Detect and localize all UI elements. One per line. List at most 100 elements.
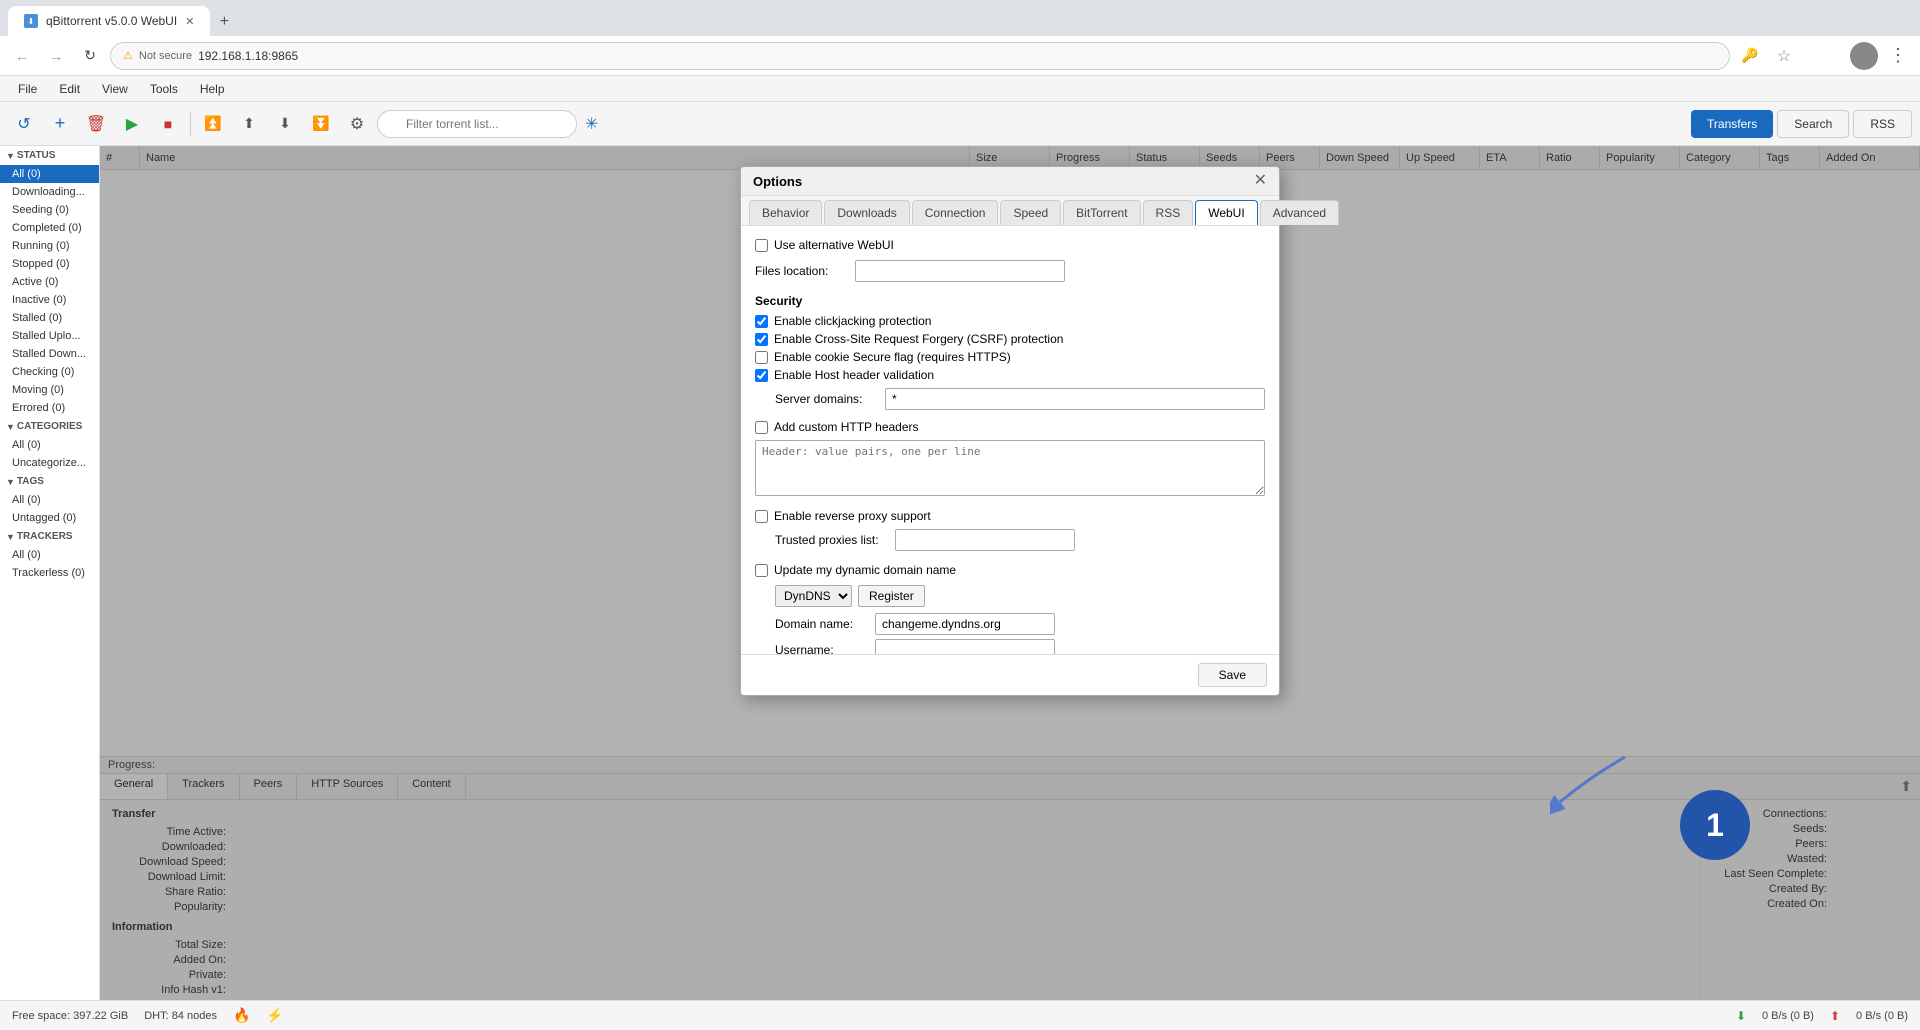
menu-button[interactable]: ⋮	[1884, 42, 1912, 70]
profile-avatar[interactable]	[1850, 42, 1878, 70]
reverse-proxy-row: Enable reverse proxy support	[755, 509, 1265, 523]
address-bar[interactable]: ⚠ Not secure 192.168.1.18:9865	[110, 42, 1730, 70]
modal-title-text: Options	[753, 174, 802, 189]
ddns-select[interactable]: DynDNS No-IP	[775, 585, 852, 607]
refresh-button[interactable]: ↻	[76, 42, 104, 70]
cookie-checkbox[interactable]	[755, 351, 768, 364]
trusted-proxies-input[interactable]	[895, 529, 1075, 551]
modal-tab-rss[interactable]: RSS	[1143, 200, 1194, 225]
username-label: Username:	[775, 643, 875, 654]
trackers-header: ▼ TRACKERS	[0, 527, 99, 546]
move-down-button[interactable]: ⬇	[269, 108, 301, 140]
sidebar-item-cat-all[interactable]: All (0)	[0, 436, 99, 454]
username-input[interactable]	[875, 639, 1055, 654]
browser-tabs-bar: ⬇ qBittorrent v5.0.0 WebUI ✕ +	[0, 0, 1920, 36]
move-up-button[interactable]: ⬆	[233, 108, 265, 140]
sidebar-item-checking[interactable]: Checking (0)	[0, 363, 99, 381]
delete-torrent-button[interactable]: 🗑	[80, 108, 112, 140]
annotation-number: 1	[1706, 807, 1724, 844]
refresh-torrents-button[interactable]: ↺	[8, 108, 40, 140]
annotation-badge: 1	[1680, 790, 1750, 860]
files-location-input[interactable]	[855, 260, 1065, 282]
alt-webui-checkbox[interactable]	[755, 239, 768, 252]
sidebar-item-stalled[interactable]: Stalled (0)	[0, 309, 99, 327]
sidebar-item-downloading[interactable]: Downloading...	[0, 183, 99, 201]
files-location-row: Files location:	[755, 260, 1265, 282]
rss-button[interactable]: RSS	[1853, 110, 1912, 138]
alt-speed-icon[interactable]: ⚡	[266, 1007, 283, 1024]
csrf-checkbox[interactable]	[755, 333, 768, 346]
sidebar-item-stalled-upload[interactable]: Stalled Uplo...	[0, 327, 99, 345]
sidebar-item-trackerless[interactable]: Trackerless (0)	[0, 564, 99, 582]
modal-tab-webui[interactable]: WebUI	[1195, 200, 1257, 225]
modal-tab-connection[interactable]: Connection	[912, 200, 999, 225]
host-header-checkbox[interactable]	[755, 369, 768, 382]
security-section: Security Enable clickjacking protection …	[755, 294, 1265, 410]
sidebar-item-tag-all[interactable]: All (0)	[0, 491, 99, 509]
menu-tools[interactable]: Tools	[140, 80, 188, 98]
app-toolbar: ↺ + 🗑 ▶ ■ ⏫ ⬆ ⬇ ⏬ ⚙ ✳ Transfers Search R…	[0, 102, 1920, 146]
sidebar-item-running[interactable]: Running (0)	[0, 237, 99, 255]
ddns-checkbox[interactable]	[755, 564, 768, 577]
sidebar-item-active[interactable]: Active (0)	[0, 273, 99, 291]
tab-close-icon[interactable]: ✕	[185, 15, 194, 28]
arrow-svg	[1550, 747, 1640, 817]
reverse-proxy-label: Enable reverse proxy support	[774, 509, 931, 523]
resume-button[interactable]: ▶	[116, 108, 148, 140]
menu-file[interactable]: File	[8, 80, 47, 98]
menu-edit[interactable]: Edit	[49, 80, 90, 98]
add-torrent-button[interactable]: +	[44, 108, 76, 140]
asterisk-icon: ✳	[585, 114, 598, 134]
save-button[interactable]: Save	[1198, 663, 1267, 687]
modal-tab-speed[interactable]: Speed	[1000, 200, 1061, 225]
modal-close-button[interactable]: ✕	[1254, 173, 1267, 189]
security-title: Security	[755, 294, 1265, 308]
modal-tab-downloads[interactable]: Downloads	[824, 200, 909, 225]
custom-headers-checkbox[interactable]	[755, 421, 768, 434]
modal-tab-behavior[interactable]: Behavior	[749, 200, 822, 225]
trackers-section: ▼ TRACKERS All (0) Trackerless (0)	[0, 527, 99, 582]
sidebar-item-cat-uncategorized[interactable]: Uncategorize...	[0, 454, 99, 472]
server-domains-input[interactable]	[885, 388, 1265, 410]
sidebar-item-all[interactable]: All (0)	[0, 165, 99, 183]
sidebar-item-untagged[interactable]: Untagged (0)	[0, 509, 99, 527]
headers-textarea[interactable]	[755, 440, 1265, 496]
menu-help[interactable]: Help	[190, 80, 235, 98]
sidebar-item-moving[interactable]: Moving (0)	[0, 381, 99, 399]
move-top-button[interactable]: ⏫	[197, 108, 229, 140]
modal-tab-bittorrent[interactable]: BitTorrent	[1063, 200, 1140, 225]
back-button[interactable]: ←	[8, 42, 36, 70]
tab-title: qBittorrent v5.0.0 WebUI	[46, 14, 177, 28]
menu-view[interactable]: View	[92, 80, 138, 98]
browser-tab[interactable]: ⬇ qBittorrent v5.0.0 WebUI ✕	[8, 6, 210, 36]
sidebar-item-stalled-down[interactable]: Stalled Down...	[0, 345, 99, 363]
reverse-proxy-checkbox[interactable]	[755, 510, 768, 523]
sidebar-item-stopped[interactable]: Stopped (0)	[0, 255, 99, 273]
register-button[interactable]: Register	[858, 585, 925, 607]
domain-name-input[interactable]	[875, 613, 1055, 635]
ddns-label: Update my dynamic domain name	[774, 563, 956, 577]
stop-button[interactable]: ■	[152, 108, 184, 140]
host-header-row: Enable Host header validation	[755, 368, 1265, 382]
server-domains-row: Server domains:	[755, 388, 1265, 410]
transfers-button[interactable]: Transfers	[1691, 110, 1773, 138]
star-button[interactable]: ☆	[1770, 42, 1798, 70]
sidebar-item-completed[interactable]: Completed (0)	[0, 219, 99, 237]
clickjacking-checkbox[interactable]	[755, 315, 768, 328]
search-button[interactable]: Search	[1777, 110, 1849, 138]
cookie-label: Enable cookie Secure flag (requires HTTP…	[774, 350, 1011, 364]
status-header: ▼ STATUS	[0, 146, 99, 165]
forward-button[interactable]: →	[42, 42, 70, 70]
modal-tab-advanced[interactable]: Advanced	[1260, 200, 1339, 225]
sidebar-item-inactive[interactable]: Inactive (0)	[0, 291, 99, 309]
bookmark-button[interactable]: 🔑	[1736, 42, 1764, 70]
sidebar-item-seeding[interactable]: Seeding (0)	[0, 201, 99, 219]
sidebar-item-errored[interactable]: Errored (0)	[0, 399, 99, 417]
new-tab-button[interactable]: +	[210, 8, 238, 36]
csrf-label: Enable Cross-Site Request Forgery (CSRF)…	[774, 332, 1063, 346]
options-button[interactable]: ⚙	[341, 108, 373, 140]
sidebar-item-tracker-all[interactable]: All (0)	[0, 546, 99, 564]
sidebar: ▼ STATUS All (0) Downloading... Seeding …	[0, 146, 100, 1000]
move-bottom-button[interactable]: ⏬	[305, 108, 337, 140]
filter-input[interactable]	[377, 110, 577, 138]
